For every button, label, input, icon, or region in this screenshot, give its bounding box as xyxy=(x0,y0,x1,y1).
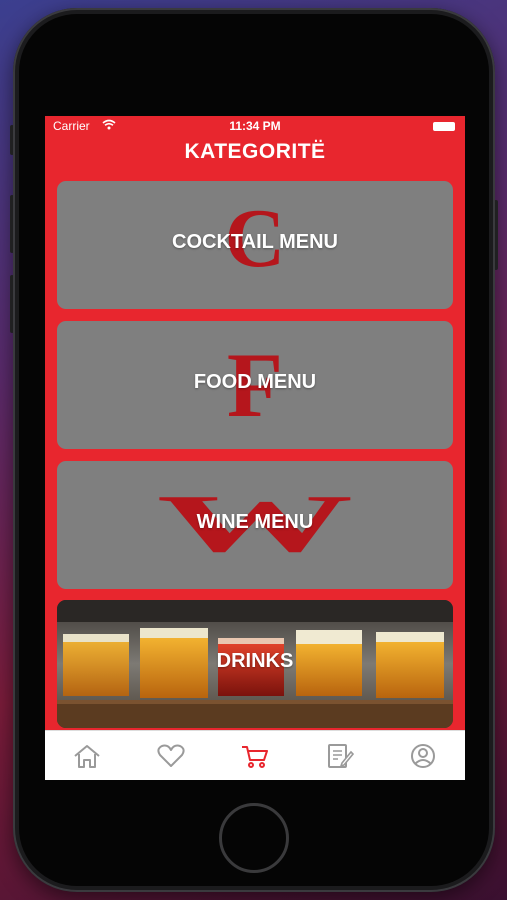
category-label: COCKTAIL MENU xyxy=(172,231,338,253)
category-label: FOOD MENU xyxy=(193,371,317,393)
app-screen: Carrier 11:34 PM KATEGORITË C COCKTAIL M… xyxy=(45,116,465,780)
profile-icon xyxy=(411,744,435,768)
heart-icon xyxy=(157,744,185,767)
cart-icon xyxy=(242,746,268,768)
order-list-icon xyxy=(328,744,355,768)
battery-icon xyxy=(433,122,455,131)
status-time: 11:34 PM xyxy=(229,119,281,133)
tab-favorites[interactable] xyxy=(156,743,186,769)
page-title: KATEGORITË xyxy=(184,140,326,163)
tab-cart[interactable] xyxy=(240,743,270,769)
status-bar: Carrier 11:34 PM xyxy=(45,116,465,136)
category-label: DRINKS xyxy=(216,650,294,672)
home-icon xyxy=(74,745,100,768)
category-card-cocktail[interactable]: C COCKTAIL MENU xyxy=(57,181,453,309)
tab-home[interactable] xyxy=(72,743,102,769)
category-label: WINE MENU xyxy=(196,511,314,533)
category-card-drinks[interactable]: DRINKS xyxy=(57,600,453,728)
tab-profile[interactable] xyxy=(408,743,438,769)
category-card-wine[interactable]: W WINE MENU xyxy=(57,461,453,589)
home-button[interactable] xyxy=(219,803,289,873)
tab-bar xyxy=(45,730,465,780)
category-card-food[interactable]: F FOOD MENU xyxy=(57,321,453,449)
tab-orders[interactable] xyxy=(325,743,355,769)
